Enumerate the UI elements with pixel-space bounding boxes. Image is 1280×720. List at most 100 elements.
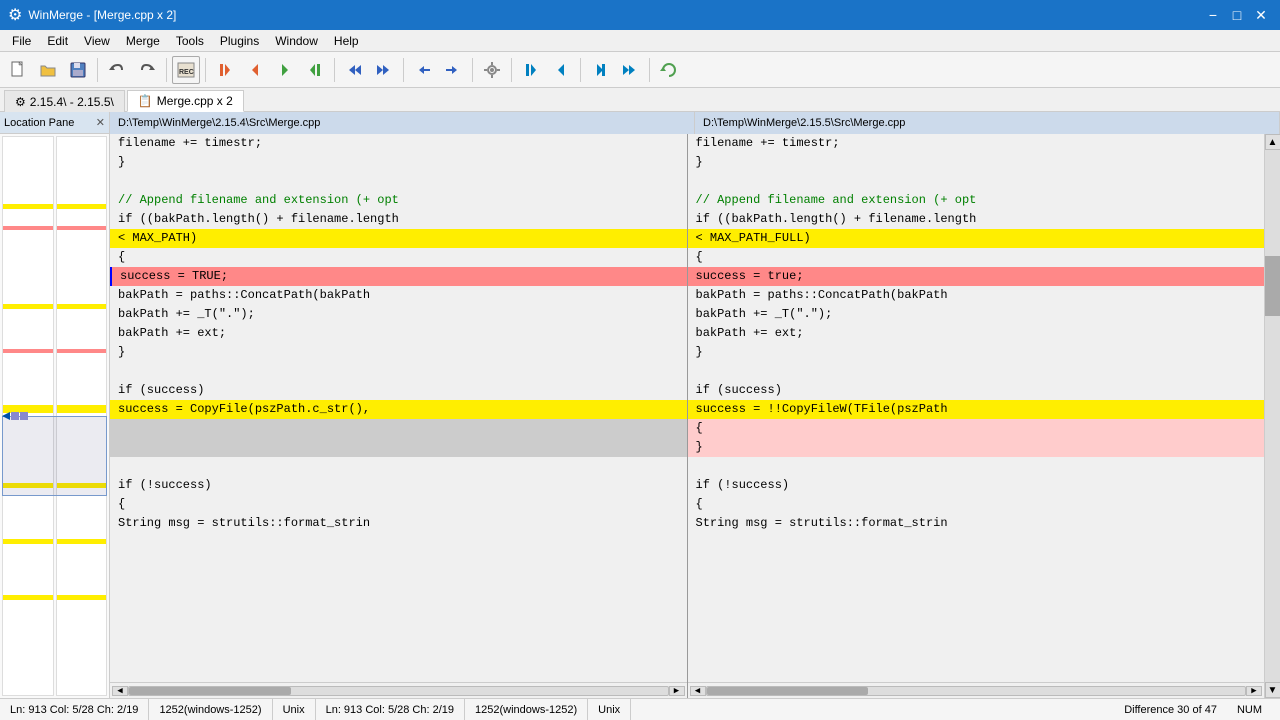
- new-button[interactable]: [4, 56, 32, 84]
- left-status-eol: Unix: [283, 704, 305, 716]
- loc-marker-yellow-5: [3, 539, 53, 544]
- code-line: bakPath += ext;: [688, 324, 1265, 343]
- code-line: bakPath += _T(".");: [110, 305, 687, 324]
- redo-button[interactable]: [133, 56, 161, 84]
- menu-tools[interactable]: Tools: [168, 32, 212, 50]
- loc-marker-r-yellow-3: [57, 405, 107, 413]
- vs-thumb[interactable]: [1265, 256, 1280, 316]
- loc-marker-r-red-1: [57, 226, 107, 230]
- right-scroll-left[interactable]: ◀: [690, 686, 706, 696]
- loc-marker-r-red-2: [57, 349, 107, 353]
- code-line: }: [688, 153, 1265, 172]
- left-scroll-thumb[interactable]: [129, 687, 291, 695]
- menubar: File Edit View Merge Tools Plugins Windo…: [0, 30, 1280, 52]
- loc-marker-red-2: [3, 349, 53, 353]
- code-line: {: [110, 495, 687, 514]
- code-line: bakPath += _T(".");: [688, 305, 1265, 324]
- code-line: < MAX_PATH): [110, 229, 687, 248]
- code-line: if ((bakPath.length() + filename.length: [688, 210, 1265, 229]
- close-button[interactable]: ✕: [1250, 4, 1272, 26]
- tab-folder[interactable]: ⚙ 2.15.4\ - 2.15.5\: [4, 90, 125, 112]
- sep6: [472, 58, 473, 82]
- right-scroll-track[interactable]: [706, 686, 1247, 696]
- save-button[interactable]: [64, 56, 92, 84]
- tab-file[interactable]: 📋 Merge.cpp x 2: [127, 90, 244, 112]
- location-right-col: [56, 136, 108, 696]
- loc-marker-yellow-4: [3, 483, 53, 488]
- menu-view[interactable]: View: [76, 32, 118, 50]
- left-code-pane[interactable]: filename += timestr; } // Append filenam…: [110, 134, 687, 698]
- sep8: [580, 58, 581, 82]
- folder-tab-icon: ⚙: [15, 95, 26, 109]
- menu-merge[interactable]: Merge: [118, 32, 168, 50]
- right-file-path: D:\Temp\WinMerge\2.15.5\Src\Merge.cpp: [703, 117, 905, 129]
- left-code-content[interactable]: filename += timestr; } // Append filenam…: [110, 134, 687, 682]
- next-diff-button[interactable]: [271, 56, 299, 84]
- menu-help[interactable]: Help: [326, 32, 367, 50]
- left-scrollbar-x[interactable]: ◀ ▶: [110, 682, 687, 698]
- menu-file[interactable]: File: [4, 32, 39, 50]
- left-scroll-left[interactable]: ◀: [112, 686, 128, 696]
- last-file-button[interactable]: [616, 56, 644, 84]
- maximize-button[interactable]: □: [1226, 4, 1248, 26]
- num-label: NUM: [1237, 704, 1262, 716]
- rec-button[interactable]: REC: [172, 56, 200, 84]
- pos-arrow-left: [2, 412, 10, 420]
- right-code-content[interactable]: filename += timestr; } // Append filenam…: [688, 134, 1265, 682]
- panes-container: filename += timestr; } // Append filenam…: [110, 134, 1280, 698]
- left-scroll-right[interactable]: ▶: [669, 686, 685, 696]
- code-area: D:\Temp\WinMerge\2.15.4\Src\Merge.cpp D:…: [110, 112, 1280, 698]
- loc-marker-yellow-2: [3, 304, 53, 309]
- code-line: bakPath += ext;: [110, 324, 687, 343]
- code-line: if (!success): [688, 476, 1265, 495]
- open-button[interactable]: [34, 56, 62, 84]
- left-file-header: D:\Temp\WinMerge\2.15.4\Src\Merge.cpp: [110, 112, 695, 134]
- first-diff-button[interactable]: [211, 56, 239, 84]
- code-line: success = TRUE;: [110, 267, 687, 286]
- right-scrollbar-x[interactable]: ◀ ▶: [688, 682, 1265, 698]
- vs-track[interactable]: [1265, 150, 1280, 682]
- code-line: [110, 362, 687, 381]
- prev-diff-button[interactable]: [241, 56, 269, 84]
- options-button[interactable]: [478, 56, 506, 84]
- statusbar: Ln: 913 Col: 5/28 Ch: 2/19 1252(windows-…: [0, 698, 1280, 720]
- location-pane-close-button[interactable]: ✕: [96, 116, 105, 129]
- location-pane: Location Pane ✕: [0, 112, 110, 698]
- left-scroll-track[interactable]: [128, 686, 669, 696]
- diff-indicator: Difference 30 of 47 NUM: [1114, 704, 1280, 716]
- code-line: if (!success): [110, 476, 687, 495]
- sep2: [166, 58, 167, 82]
- code-line: filename += timestr;: [110, 134, 687, 153]
- next-file-button[interactable]: [586, 56, 614, 84]
- first-file-button[interactable]: [517, 56, 545, 84]
- refresh-button[interactable]: [655, 56, 683, 84]
- copy-to-left-button[interactable]: [340, 56, 368, 84]
- code-line: bakPath = paths::ConcatPath(bakPath: [688, 286, 1265, 305]
- merge-right-button[interactable]: [439, 56, 467, 84]
- right-code-pane[interactable]: filename += timestr; } // Append filenam…: [687, 134, 1265, 698]
- vertical-scrollbar[interactable]: ▲ ▼: [1264, 134, 1280, 698]
- code-line: success = CopyFile(pszPath.c_str(),: [110, 400, 687, 419]
- minimize-button[interactable]: −: [1202, 4, 1224, 26]
- right-status-linecol: Ln: 913 Col: 5/28 Ch: 2/19: [326, 704, 454, 716]
- loc-marker-r-yellow-2: [57, 304, 107, 309]
- last-diff-button[interactable]: [301, 56, 329, 84]
- right-scroll-thumb[interactable]: [707, 687, 869, 695]
- menu-edit[interactable]: Edit: [39, 32, 76, 50]
- loc-marker-red-1: [3, 226, 53, 230]
- left-status-linecol: Ln: 913 Col: 5/28 Ch: 2/19: [10, 704, 138, 716]
- vs-down[interactable]: ▼: [1265, 682, 1280, 698]
- menu-window[interactable]: Window: [267, 32, 326, 50]
- undo-button[interactable]: [103, 56, 131, 84]
- files-header: D:\Temp\WinMerge\2.15.4\Src\Merge.cpp D:…: [110, 112, 1280, 134]
- menu-plugins[interactable]: Plugins: [212, 32, 267, 50]
- copy-to-right-button[interactable]: [370, 56, 398, 84]
- merge-left-button[interactable]: [409, 56, 437, 84]
- vs-up[interactable]: ▲: [1265, 134, 1280, 150]
- prev-file-button[interactable]: [547, 56, 575, 84]
- sep5: [403, 58, 404, 82]
- right-eol: Unix: [588, 699, 631, 720]
- titlebar-controls: − □ ✕: [1202, 4, 1272, 26]
- loc-marker-yellow-6: [3, 595, 53, 600]
- right-scroll-right[interactable]: ▶: [1246, 686, 1262, 696]
